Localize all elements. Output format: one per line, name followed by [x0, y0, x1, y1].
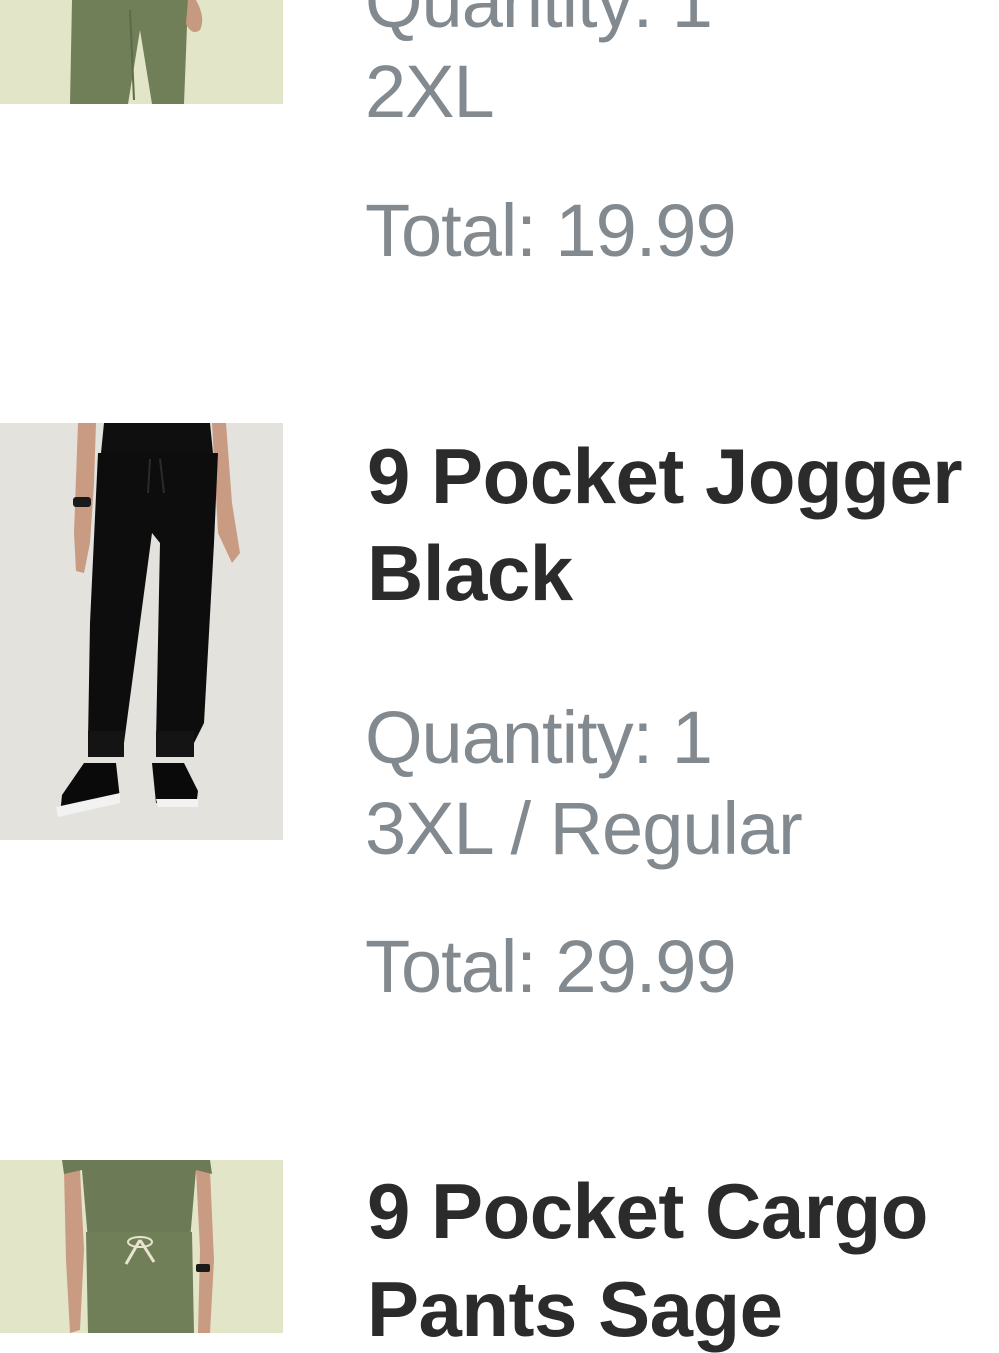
item-total: Total: 19.99: [365, 189, 737, 272]
product-photo-sage-cargo-pants-icon: [0, 1160, 283, 1333]
item-title[interactable]: Pants Sage: [367, 1270, 783, 1348]
product-image[interactable]: [0, 0, 283, 104]
item-quantity: Quantity: 1: [365, 696, 713, 779]
product-image[interactable]: [0, 1160, 283, 1333]
item-quantity: Quantity: 1: [365, 0, 713, 43]
product-photo-sage-pants-icon: [0, 0, 283, 104]
item-variant: 2XL: [365, 50, 495, 133]
item-total: Total: 29.99: [365, 925, 737, 1008]
item-title[interactable]: Black: [367, 534, 573, 612]
item-variant: 3XL / Regular: [365, 787, 803, 870]
product-image[interactable]: [0, 423, 283, 840]
product-photo-black-jogger-icon: [0, 423, 283, 840]
item-title[interactable]: 9 Pocket Cargo: [367, 1172, 928, 1250]
item-title[interactable]: 9 Pocket Jogger: [367, 437, 963, 515]
